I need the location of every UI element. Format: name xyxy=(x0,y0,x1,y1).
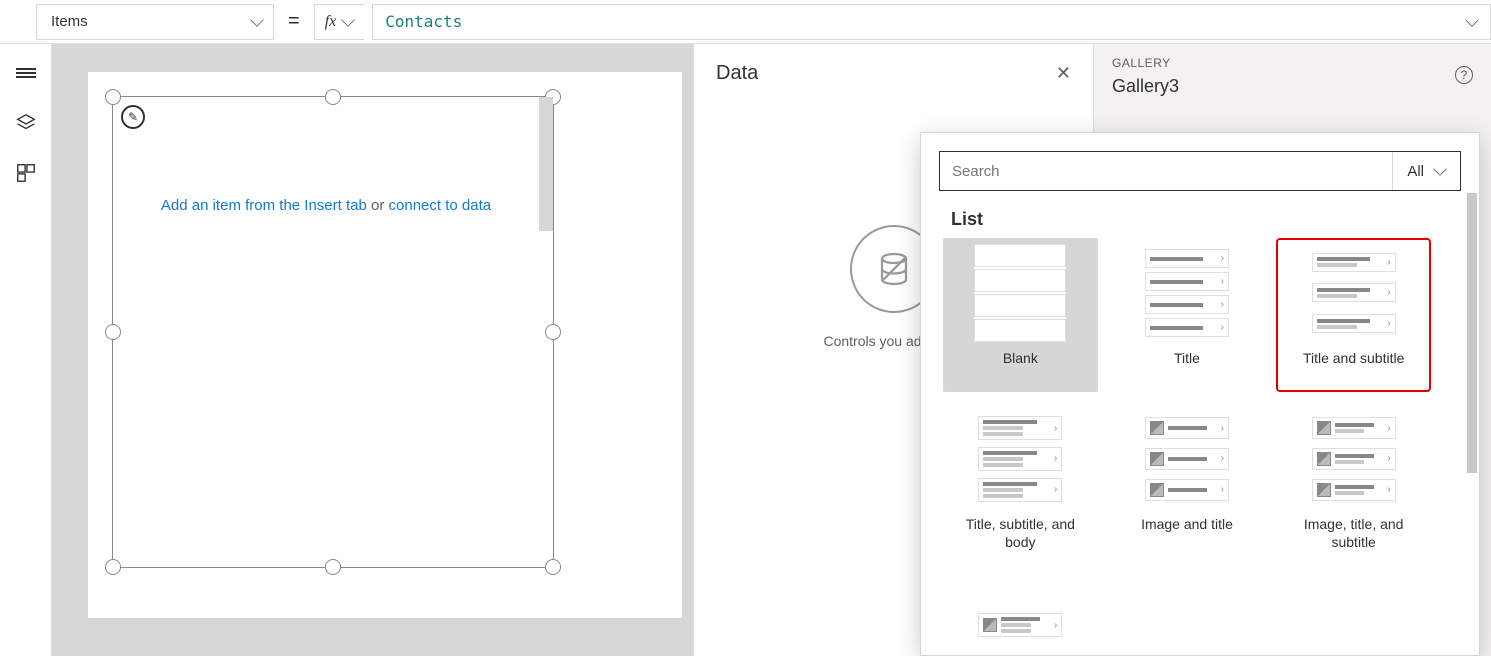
layout-title[interactable]: › › › › Title xyxy=(1110,238,1265,392)
formula-text: Contacts xyxy=(385,12,462,31)
layout-label: Image and title xyxy=(1141,516,1233,552)
chevron-down-icon xyxy=(1433,162,1447,176)
right-edge-tabs xyxy=(1479,180,1491,580)
gallery-control[interactable]: ✎ Add an item from the Insert tab or con… xyxy=(112,96,554,568)
layout-label: Title xyxy=(1174,350,1200,386)
hamburger-icon[interactable] xyxy=(15,62,37,84)
resize-handle[interactable] xyxy=(545,559,561,575)
right-tab[interactable] xyxy=(1479,352,1491,408)
layout-label: Title, subtitle, and body xyxy=(949,516,1092,552)
layout-blank[interactable]: Blank xyxy=(943,238,1098,392)
fx-label: fx xyxy=(325,13,337,31)
layout-image-title[interactable]: › › › Image and title xyxy=(1110,404,1265,558)
insert-hint-prefix[interactable]: Add an item from the Insert tab xyxy=(161,197,371,214)
control-category: GALLERY xyxy=(1112,56,1473,70)
chevron-down-icon xyxy=(341,13,355,27)
connect-data-link[interactable]: connect to data xyxy=(389,197,492,214)
layout-label: Title and subtitle xyxy=(1303,350,1404,386)
right-tab[interactable] xyxy=(1479,180,1491,236)
chevron-down-icon xyxy=(250,13,264,27)
layout-title-subtitle[interactable]: › › › Title and subtitle xyxy=(1276,238,1431,392)
filter-all[interactable]: All xyxy=(1392,152,1460,190)
layout-image-title-subtitle[interactable]: › › › Image, title, and subtitle xyxy=(1276,404,1431,558)
fx-button[interactable]: fx xyxy=(314,4,365,40)
app-canvas[interactable]: ✎ Add an item from the Insert tab or con… xyxy=(88,72,682,618)
resize-handle[interactable] xyxy=(105,559,121,575)
resize-handle[interactable] xyxy=(325,559,341,575)
right-tab[interactable] xyxy=(1479,438,1491,494)
right-tab[interactable] xyxy=(1479,524,1491,580)
layout-label: Blank xyxy=(1003,350,1038,386)
close-icon[interactable]: ✕ xyxy=(1056,63,1071,84)
property-selector[interactable]: Items xyxy=(36,4,274,40)
edit-icon[interactable]: ✎ xyxy=(121,105,145,129)
filter-label: All xyxy=(1407,163,1424,180)
right-tab[interactable] xyxy=(1479,266,1491,322)
apps-icon[interactable] xyxy=(15,162,37,184)
resize-handle[interactable] xyxy=(545,324,561,340)
insert-hint-or: or xyxy=(371,197,389,214)
layers-icon[interactable] xyxy=(15,112,37,134)
control-name: Gallery3 xyxy=(1112,76,1473,97)
data-panel-title: Data xyxy=(716,62,758,85)
help-icon[interactable]: ? xyxy=(1455,66,1473,84)
layout-label: Image, title, and subtitle xyxy=(1282,516,1425,552)
layout-flyout: All List Blank › › › › Title xyxy=(920,132,1480,656)
gallery-scrollbar[interactable] xyxy=(539,97,553,231)
formula-input[interactable]: Contacts xyxy=(372,4,1491,40)
left-rail xyxy=(0,44,52,656)
layout-search-bar: All xyxy=(939,151,1461,191)
formula-bar: Items = fx Contacts xyxy=(0,0,1491,44)
resize-handle[interactable] xyxy=(105,324,121,340)
section-list-title: List xyxy=(951,209,1461,230)
gallery-placeholder: Add an item from the Insert tab or conne… xyxy=(113,197,539,214)
layout-item-partial[interactable]: › xyxy=(943,570,1098,656)
resize-handle[interactable] xyxy=(325,89,341,105)
search-input[interactable] xyxy=(940,163,1392,180)
layout-title-subtitle-body[interactable]: › › › Title, subtitle, and body xyxy=(943,404,1098,558)
resize-handle[interactable] xyxy=(105,89,121,105)
layout-grid: Blank › › › › Title › › › Title and subt… xyxy=(939,238,1435,656)
flyout-scrollbar[interactable] xyxy=(1467,193,1477,473)
chevron-down-icon xyxy=(1465,13,1479,27)
equals-sign: = xyxy=(282,10,306,33)
property-name: Items xyxy=(51,13,88,30)
